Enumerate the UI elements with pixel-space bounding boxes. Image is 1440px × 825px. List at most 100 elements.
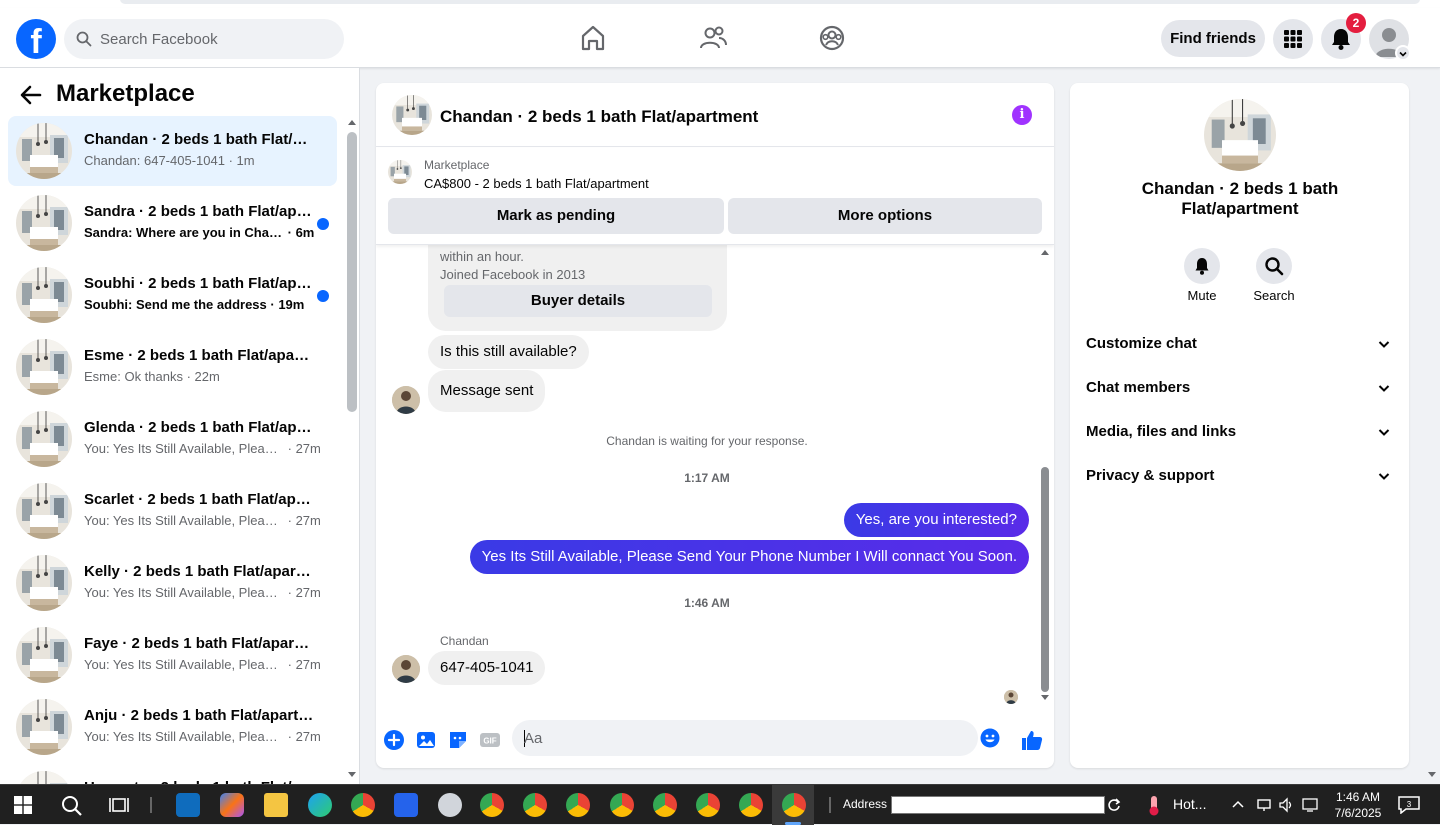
incoming-message[interactable]: Message sent <box>428 370 546 412</box>
scroll-up-arrow[interactable] <box>1041 250 1049 255</box>
thermometer-icon[interactable] <box>1145 795 1163 817</box>
conversation-item[interactable]: Anju · 2 beds 1 bath Flat/apartment You: … <box>8 692 337 762</box>
incoming-message[interactable]: Is this still available? <box>428 335 589 369</box>
thumbs-up-icon[interactable] <box>1020 728 1044 752</box>
scroll-up-arrow[interactable] <box>348 120 356 125</box>
conversation-item[interactable]: Sandra · 2 beds 1 bath Flat/apartment San… <box>8 188 337 258</box>
weather-text[interactable]: Hot... <box>1173 796 1206 812</box>
chevron-up-icon[interactable] <box>1231 799 1245 809</box>
menu-button[interactable] <box>1273 19 1313 59</box>
preview-time: 6m <box>295 225 315 240</box>
notification-center[interactable]: 3 <box>1398 796 1420 815</box>
outgoing-message[interactable]: Yes, are you interested? <box>843 503 1029 537</box>
refresh-icon[interactable] <box>1107 796 1121 814</box>
mark-as-pending-button[interactable]: Mark as pending <box>388 198 724 234</box>
scroll-down-arrow[interactable] <box>348 772 356 777</box>
chrome-icon[interactable] <box>351 793 375 817</box>
preview-text: Esme: Ok thanks <box>84 369 183 384</box>
copilot-icon[interactable] <box>220 793 244 817</box>
store-icon[interactable] <box>394 793 418 817</box>
more-options-button[interactable]: More options <box>728 198 1042 234</box>
buyer-details-button[interactable]: Buyer details <box>444 285 712 317</box>
conversation-name: Glenda · 2 beds 1 bath Flat/apartment <box>84 419 314 436</box>
conversation-name: Faye · 2 beds 1 bath Flat/apartment <box>84 635 314 652</box>
listing-thumbnail[interactable] <box>392 95 432 135</box>
task-view-icon[interactable] <box>108 795 130 815</box>
chrome-active-icon[interactable] <box>782 793 806 817</box>
conversation-item[interactable]: Chandan · 2 beds 1 bath Flat/apartment Ch… <box>8 116 337 186</box>
friends-icon[interactable] <box>697 22 729 54</box>
back-arrow-icon[interactable] <box>20 85 42 105</box>
taskbar-search-icon[interactable] <box>60 794 84 818</box>
sticker-icon[interactable] <box>446 728 470 752</box>
conversation-item[interactable]: Scarlet · 2 beds 1 bath Flat/apartment Yo… <box>8 476 337 546</box>
chat-scrollbar[interactable] <box>1041 467 1049 692</box>
chrome-profile-icon[interactable] <box>566 793 590 817</box>
privacy-support-section[interactable]: Privacy & support <box>1086 456 1392 496</box>
chat-members-section[interactable]: Chat members <box>1086 368 1392 408</box>
chrome-profile-icon[interactable] <box>523 793 547 817</box>
network-icon[interactable] <box>1256 797 1272 813</box>
system-clock[interactable]: 1:46 AM 7/6/2025 <box>1330 789 1386 821</box>
windows-start-icon[interactable] <box>14 796 32 814</box>
conversation-item[interactable]: Hemanta · 2 beds 1 bath Flat/apartment <box>8 764 337 784</box>
search-icon <box>76 31 92 47</box>
chrome-profile-icon[interactable] <box>696 793 720 817</box>
conversation-name: Esme · 2 beds 1 bath Flat/apartment <box>84 347 314 364</box>
listing-mini-thumbnail[interactable] <box>388 160 412 184</box>
photo-icon[interactable] <box>414 728 438 752</box>
sender-avatar[interactable] <box>392 655 420 683</box>
search-box[interactable] <box>64 19 344 59</box>
conversation-preview: Soubhi: Send me the address · 19m <box>84 297 304 312</box>
account-caret[interactable] <box>1395 45 1411 61</box>
message-input[interactable] <box>524 720 924 756</box>
incoming-message[interactable]: 647-405-1041 <box>428 651 546 685</box>
home-icon[interactable] <box>577 22 609 54</box>
chrome-profile-icon[interactable] <box>610 793 634 817</box>
volume-icon[interactable] <box>1278 797 1294 813</box>
preview-text: You: Yes Its Still Available, Please Sen… <box>84 729 284 744</box>
chat-title[interactable]: Chandan · 2 beds 1 bath Flat/apartment <box>440 107 758 127</box>
plus-circle-icon[interactable] <box>382 728 406 752</box>
search-action[interactable]: Search <box>1244 248 1304 303</box>
edge-icon[interactable] <box>308 793 332 817</box>
scroll-down-arrow[interactable] <box>1041 695 1049 700</box>
browser-top-strip <box>0 0 1440 8</box>
listing-thumbnail[interactable] <box>1204 99 1276 171</box>
file-explorer-icon[interactable] <box>264 793 288 817</box>
info-icon[interactable]: i <box>1012 105 1032 125</box>
customize-chat-section[interactable]: Customize chat <box>1086 324 1392 364</box>
mute-action[interactable]: Mute <box>1172 248 1232 303</box>
groups-icon[interactable] <box>816 22 848 54</box>
conversation-item[interactable]: Esme · 2 beds 1 bath Flat/apartment Esme:… <box>8 332 337 402</box>
address-toolbar-input[interactable] <box>891 796 1105 814</box>
search-input[interactable] <box>100 19 330 59</box>
gif-icon[interactable]: GIF <box>478 728 502 752</box>
browser-url-area[interactable] <box>120 0 1420 4</box>
page-scroll-down-arrow[interactable] <box>1428 772 1436 777</box>
conversation-item[interactable]: Soubhi · 2 beds 1 bath Flat/apartment Sou… <box>8 260 337 330</box>
sender-avatar[interactable] <box>392 386 420 414</box>
media-files-links-section[interactable]: Media, files and links <box>1086 412 1392 452</box>
conversation-item[interactable]: Faye · 2 beds 1 bath Flat/apartment You: … <box>8 620 337 690</box>
display-icon[interactable] <box>1302 797 1318 813</box>
chevron-down-icon <box>1378 473 1390 480</box>
chrome-icon[interactable] <box>480 793 504 817</box>
svg-text:GIF: GIF <box>483 737 496 746</box>
paint-icon[interactable] <box>438 793 462 817</box>
chrome-profile-icon[interactable] <box>653 793 677 817</box>
listing-price[interactable]: CA$800 - 2 beds 1 bath Flat/apartment <box>424 176 649 191</box>
timestamp: 1:17 AM <box>684 471 730 485</box>
conversation-item[interactable]: Glenda · 2 beds 1 bath Flat/apartment You… <box>8 404 337 474</box>
find-friends-button[interactable]: Find friends <box>1161 20 1265 57</box>
outgoing-message[interactable]: Yes Its Still Available, Please Send You… <box>469 540 1029 574</box>
message-field[interactable] <box>512 720 1000 756</box>
chrome-profile-icon[interactable] <box>739 793 763 817</box>
conversation-item[interactable]: Kelly · 2 beds 1 bath Flat/apartment You:… <box>8 548 337 618</box>
conversation-scrollbar[interactable] <box>347 132 357 412</box>
facebook-logo[interactable]: f <box>16 19 56 59</box>
emoji-icon[interactable] <box>980 728 1000 748</box>
conversation-preview: You: Yes Its Still Available, Please Sen… <box>84 729 321 744</box>
outlook-icon[interactable] <box>176 793 200 817</box>
preview-text: You: Yes Its Still Available, Please Sen… <box>84 513 284 528</box>
